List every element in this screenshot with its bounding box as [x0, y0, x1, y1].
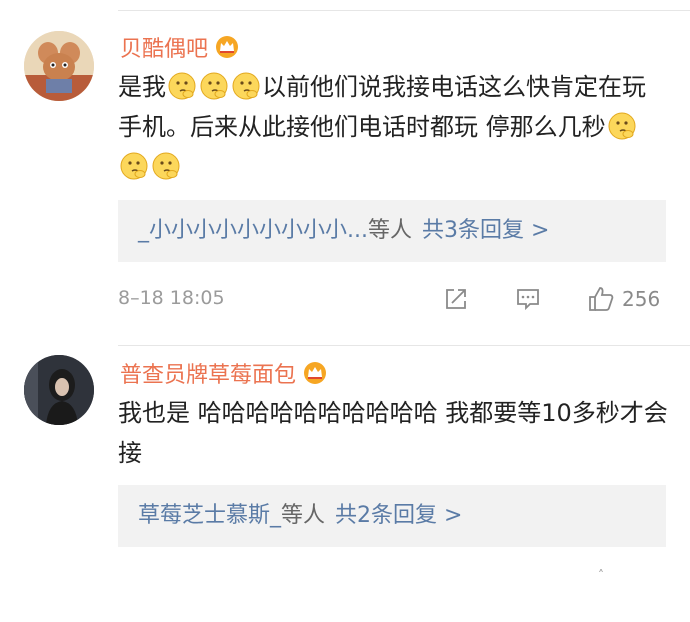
comment-text-part: 是我 — [118, 73, 166, 101]
thinking-face-emoji-icon — [231, 71, 261, 101]
top-divider — [118, 10, 690, 11]
replies-preview-button[interactable]: _小小小小小小小小小...等人 共3条回复 > — [118, 200, 666, 262]
comment-divider — [118, 345, 690, 346]
comment-text: 我也是 哈哈哈哈哈哈哈哈哈哈 我都要等10多秒才会接 — [118, 399, 668, 467]
crown-vip-icon — [214, 35, 240, 59]
replies-preview-button[interactable]: 草莓芝士慕斯_等人 共2条回复 > — [118, 485, 666, 547]
thinking-face-emoji-icon — [607, 111, 637, 141]
comment-text: 是我 以前他们说我接电话这么快肯定在玩手机。后来从此接他们电话时都玩 停那么几秒 — [118, 67, 668, 187]
reply-names: _小小小小小小小小小... — [138, 218, 368, 243]
avatar-image — [24, 31, 94, 101]
thinking-face-emoji-icon — [119, 151, 149, 181]
crown-vip-icon — [302, 361, 328, 385]
username-text: 贝酷偶吧 — [120, 37, 209, 62]
avatar[interactable] — [24, 31, 94, 101]
like-count: 256 — [622, 287, 661, 311]
username-link[interactable]: 贝酷偶吧 — [120, 31, 240, 63]
reply-count-link[interactable]: 共2条回复 > — [335, 503, 462, 528]
reply-names: 草莓芝士慕斯_ — [138, 503, 282, 528]
thumbs-up-icon — [589, 287, 614, 311]
thinking-face-emoji-icon — [167, 71, 197, 101]
share-button[interactable] — [442, 281, 470, 317]
reply-others-text: 等人 — [281, 503, 326, 528]
avatar-image — [24, 355, 94, 425]
thinking-face-emoji-icon — [199, 71, 229, 101]
comment-button[interactable] — [514, 281, 542, 317]
comment-text-part: 以前他们说我接电话这么快肯定在玩手机。后来从此接他们电话时都玩 停那么几秒 — [118, 73, 646, 141]
share-icon — [446, 289, 466, 309]
comment-icon — [517, 289, 539, 311]
scroll-indicator: ˄ — [598, 568, 604, 582]
thinking-face-emoji-icon — [151, 151, 181, 181]
reply-count-link[interactable]: 共3条回复 > — [422, 218, 549, 243]
username-link[interactable]: 普查员牌草莓面包 — [120, 357, 328, 389]
username-text: 普查员牌草莓面包 — [120, 363, 297, 388]
comment-meta-bar: 8–18 18:05 256 — [118, 281, 666, 317]
like-button[interactable]: 256 — [586, 281, 660, 317]
avatar[interactable] — [24, 355, 94, 425]
timestamp: 8–18 18:05 — [118, 287, 225, 309]
reply-others-text: 等人 — [367, 218, 412, 243]
